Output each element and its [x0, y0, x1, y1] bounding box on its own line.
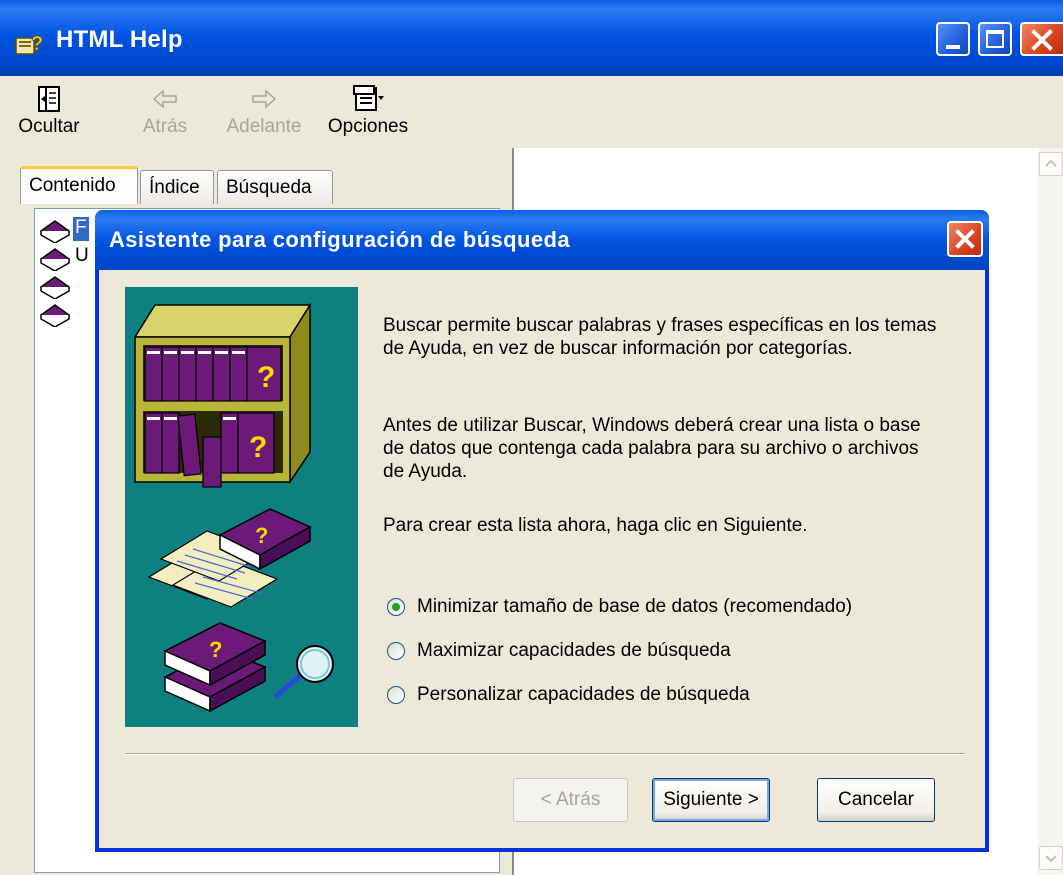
option-label: Maximizar capacidades de búsqueda [417, 640, 731, 661]
minimize-button[interactable] [936, 22, 970, 56]
forward-arrow-icon [252, 89, 277, 109]
wizard-illustration: ? ? ? ? [125, 287, 358, 727]
maximize-icon [986, 30, 1004, 48]
window-title: HTML Help [56, 26, 183, 53]
tab-search-label: Búsqueda [226, 177, 312, 198]
dialog-separator [125, 753, 965, 755]
close-icon [955, 229, 975, 249]
next-button[interactable]: Siguiente > [652, 778, 770, 822]
tree-item[interactable] [39, 273, 71, 300]
hide-pane-icon [38, 86, 60, 112]
svg-text:?: ? [249, 431, 267, 464]
maximize-button[interactable] [978, 22, 1012, 56]
radio-button[interactable] [387, 686, 405, 704]
vertical-scrollbar[interactable] [1037, 148, 1063, 875]
cancel-button[interactable]: Cancelar [817, 778, 935, 822]
intro-paragraph: Buscar permite buscar palabras y frases … [383, 315, 937, 359]
radio-button[interactable] [387, 598, 405, 616]
close-icon [1031, 29, 1053, 51]
svg-text:?: ? [255, 523, 268, 548]
svg-text:?: ? [257, 361, 275, 394]
book-icon [39, 220, 71, 243]
tab-search[interactable]: Búsqueda [217, 170, 333, 204]
back-arrow-icon [152, 89, 177, 109]
scroll-down-button[interactable] [1039, 846, 1063, 870]
forward-label: Adelante [226, 116, 302, 137]
scroll-up-button[interactable] [1039, 152, 1063, 176]
option-label: Minimizar tamaño de base de datos (recom… [417, 596, 853, 617]
option-label: Personalizar capacidades de búsqueda [417, 684, 750, 705]
forward-toolbar-button[interactable]: Adelante [214, 84, 314, 138]
chevron-down-icon [1045, 855, 1057, 863]
tab-index-label: Índice [149, 177, 200, 198]
tree-item[interactable] [39, 301, 71, 328]
back-button[interactable]: < Atrás [513, 778, 628, 822]
back-toolbar-button[interactable]: Atrás [130, 84, 200, 138]
options-label: Opciones [327, 116, 409, 137]
instruction-paragraph: Para crear esta lista ahora, haga clic e… [383, 515, 808, 536]
help-app-icon: ? [15, 33, 44, 55]
minimize-icon [946, 45, 960, 49]
toolbar: Ocultar Atrás Adelante Opciones [0, 76, 1063, 148]
book-icon [39, 248, 71, 271]
search-setup-wizard-dialog: Asistente para configuración de búsqueda [95, 210, 989, 852]
dialog-close-button[interactable] [947, 221, 983, 257]
book-icon [39, 304, 71, 328]
dialog-titlebar[interactable]: Asistente para configuración de búsqueda [95, 210, 989, 270]
tree-item-label: F [73, 217, 89, 241]
tab-index[interactable]: Índice [140, 170, 214, 204]
tab-contents-label: Contenido [29, 175, 116, 196]
explanation-paragraph: Antes de utilizar Buscar, Windows deberá… [383, 415, 921, 482]
back-label: Atrás [142, 116, 188, 137]
hide-label: Ocultar [18, 116, 80, 137]
close-button[interactable] [1020, 22, 1063, 56]
hide-button[interactable]: Ocultar [14, 84, 84, 138]
book-icon [39, 276, 71, 300]
window-titlebar[interactable]: ? HTML Help [0, 0, 1063, 76]
tab-contents[interactable]: Contenido [20, 166, 138, 204]
dialog-title: Asistente para configuración de búsqueda [109, 227, 570, 252]
tree-item-label: U [75, 245, 89, 266]
radio-button[interactable] [387, 642, 405, 660]
svg-text:?: ? [209, 637, 222, 662]
svg-text:?: ? [31, 33, 43, 55]
chevron-up-icon [1045, 159, 1057, 167]
options-button[interactable]: Opciones [318, 84, 418, 138]
bookshelf-illustration: ? ? ? ? [133, 302, 334, 713]
options-icon [353, 85, 384, 111]
